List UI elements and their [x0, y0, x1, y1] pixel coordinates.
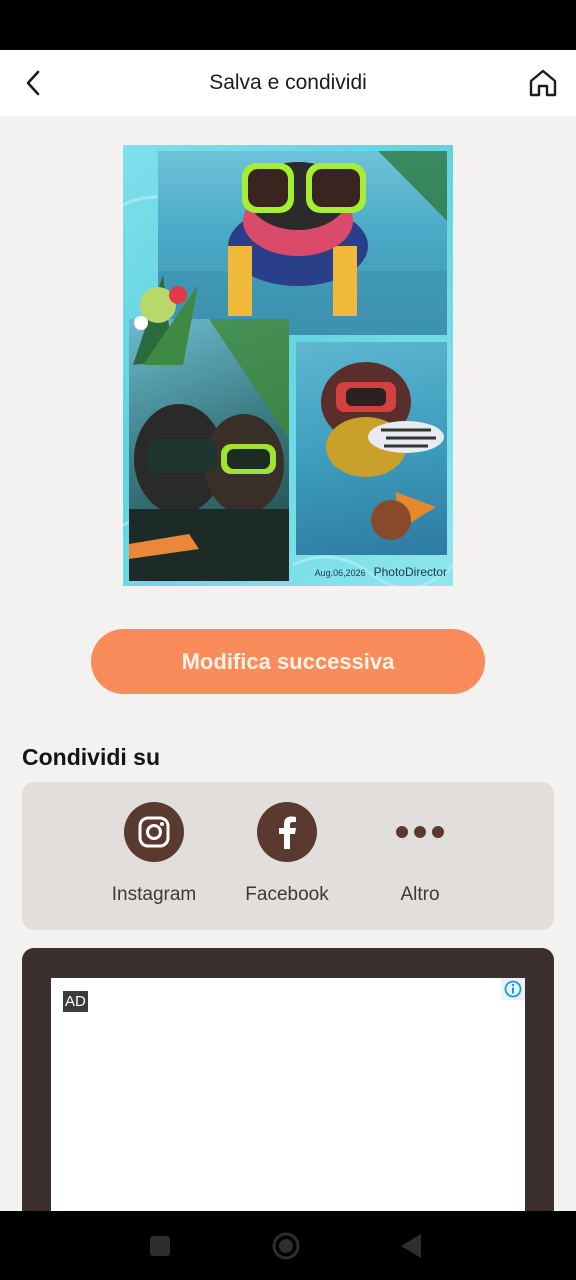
back-button[interactable]	[18, 67, 50, 99]
chevron-left-icon	[26, 70, 40, 96]
home-icon	[529, 69, 557, 97]
ad-info-button[interactable]	[501, 978, 525, 1000]
circle-icon	[272, 1232, 300, 1260]
square-icon	[150, 1236, 170, 1256]
share-instagram[interactable]: Instagram	[94, 802, 214, 906]
status-bar	[0, 0, 576, 50]
recents-button[interactable]	[145, 1231, 175, 1261]
share-section-title: Condividi su	[22, 744, 160, 770]
watermark: Aug.06,2026 PhotoDirector	[315, 565, 447, 579]
more-dots-icon	[390, 802, 450, 862]
photo-snorkeler-right	[296, 342, 447, 555]
ad-badge: AD	[63, 991, 88, 1012]
back-nav-button[interactable]	[396, 1231, 426, 1261]
collage-preview: Aug.06,2026 PhotoDirector	[123, 145, 453, 586]
share-facebook[interactable]: Facebook	[227, 802, 347, 906]
instagram-icon	[138, 816, 170, 848]
next-edit-button[interactable]: Modifica successiva	[91, 629, 485, 694]
share-more-label: Altro	[400, 884, 440, 905]
facebook-icon	[279, 816, 296, 849]
share-instagram-label: Instagram	[111, 884, 197, 905]
share-panel: Instagram Facebook Altro	[22, 782, 554, 930]
facebook-icon-bg	[257, 802, 317, 862]
top-app-bar: Salva e condividi	[0, 50, 576, 116]
triangle-back-icon	[401, 1234, 421, 1258]
home-nav-button[interactable]	[271, 1231, 301, 1261]
watermark-brand: PhotoDirector	[373, 565, 447, 579]
watermark-date: Aug.06,2026	[314, 568, 366, 578]
info-icon	[504, 980, 522, 998]
home-button[interactable]	[526, 66, 560, 100]
share-facebook-label: Facebook	[245, 884, 329, 905]
share-more[interactable]: Altro	[360, 802, 480, 906]
page-title: Salva e condividi	[209, 71, 367, 94]
instagram-icon-bg	[124, 802, 184, 862]
tropical-sticker	[133, 275, 198, 365]
system-nav-bar	[0, 1211, 576, 1280]
